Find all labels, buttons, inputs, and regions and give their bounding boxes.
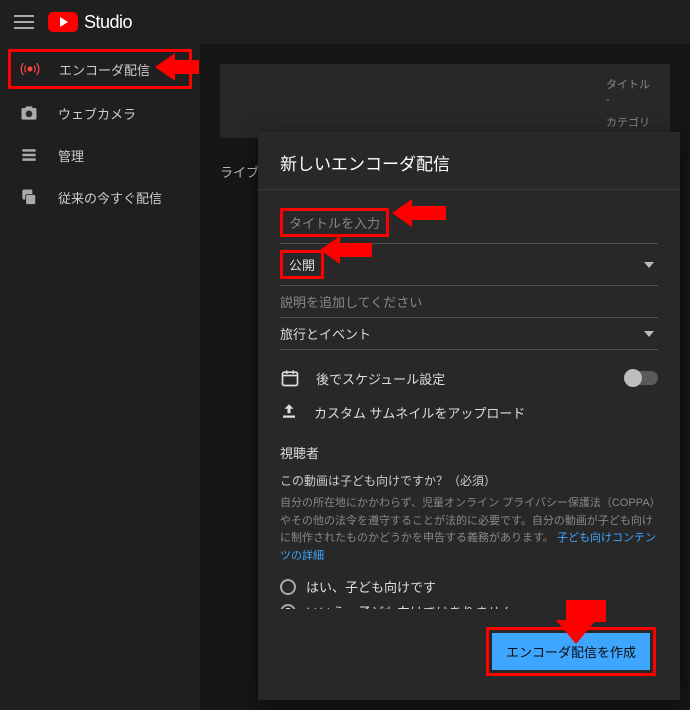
sidebar-item-manage[interactable]: 管理 <box>0 134 200 176</box>
tab-live[interactable]: ライブ <box>220 162 259 181</box>
audience-help-text: 自分の所在地にかかわらず、児童オンライン プライバシー保護法（COPPA）やその… <box>280 495 658 565</box>
audience-question: この動画は子ども向けですか？（必須） <box>280 472 658 489</box>
visibility-select[interactable]: 公開 <box>280 244 658 286</box>
preview-title-label: タイトル <box>606 76 650 92</box>
radio-yes-label: はい、子ども向けです <box>306 577 436 596</box>
title-input[interactable]: タイトルを入力 <box>280 202 658 244</box>
preview-category-label: カテゴリ <box>606 114 650 130</box>
description-placeholder: 説明を追加してください <box>280 292 422 311</box>
menu-icon[interactable] <box>14 15 34 29</box>
app-header: Studio <box>0 0 690 44</box>
chevron-down-icon <box>644 331 654 337</box>
schedule-later-row: 後でスケジュール設定 <box>280 368 658 388</box>
thumbnail-label: カスタム サムネイルをアップロード <box>314 403 525 422</box>
sidebar-item-classic[interactable]: 従来の今すぐ配信 <box>0 176 200 218</box>
studio-logo[interactable]: Studio <box>48 12 132 33</box>
description-input[interactable]: 説明を追加してください <box>280 286 658 318</box>
sidebar: エンコーダ配信 ウェブカメラ 管理 従来の今すぐ配信 <box>0 44 200 710</box>
live-icon <box>19 58 41 80</box>
schedule-label: 後でスケジュール設定 <box>316 369 445 388</box>
sidebar-item-label: 管理 <box>58 146 84 165</box>
classic-stream-icon <box>18 186 40 208</box>
new-encoder-stream-dialog: 新しいエンコーダ配信 タイトルを入力 公開 説明を追加してください 旅行とイベン… <box>258 132 680 700</box>
sidebar-item-label: ウェブカメラ <box>58 104 136 123</box>
create-encoder-stream-button[interactable]: エンコーダ配信を作成 <box>492 633 650 670</box>
schedule-toggle[interactable] <box>626 371 658 385</box>
category-value: 旅行とイベント <box>280 324 371 343</box>
sidebar-item-webcam[interactable]: ウェブカメラ <box>0 92 200 134</box>
category-select[interactable]: 旅行とイベント <box>280 318 658 350</box>
dialog-title: 新しいエンコーダ配信 <box>258 132 680 190</box>
title-placeholder: タイトルを入力 <box>280 208 389 237</box>
chevron-down-icon <box>644 262 654 268</box>
sidebar-item-label: 従来の今すぐ配信 <box>58 188 162 207</box>
sidebar-item-label: エンコーダ配信 <box>59 60 150 79</box>
radio-no-kids[interactable]: いいえ、子ども向けではありません <box>280 602 658 609</box>
stream-preview-card: タイトル - カテゴリ <box>220 64 670 138</box>
studio-label: Studio <box>84 12 132 33</box>
upload-thumbnail-row[interactable]: カスタム サムネイルをアップロード <box>280 402 658 423</box>
preview-title-value: - <box>606 94 650 106</box>
youtube-icon <box>48 12 78 32</box>
radio-no-label: いいえ、子ども向けではありません <box>306 602 514 609</box>
calendar-icon <box>280 368 300 388</box>
camera-icon <box>18 102 40 124</box>
sidebar-item-encoder[interactable]: エンコーダ配信 <box>8 49 192 89</box>
visibility-value: 公開 <box>280 250 324 279</box>
audience-heading: 視聴者 <box>280 443 658 462</box>
radio-yes-kids[interactable]: はい、子ども向けです <box>280 577 658 596</box>
radio-icon <box>280 579 296 595</box>
manage-icon <box>18 144 40 166</box>
upload-icon <box>280 402 298 423</box>
